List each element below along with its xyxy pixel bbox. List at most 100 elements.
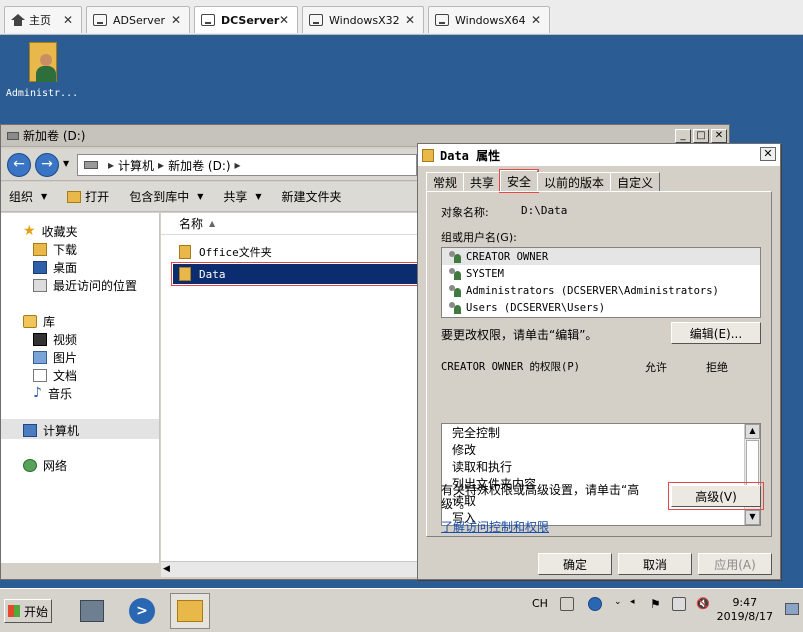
language-indicator[interactable]: CH <box>532 597 548 610</box>
user-group-icon <box>448 250 462 263</box>
apply-button[interactable]: 应用(A) <box>698 553 772 575</box>
monitor-icon <box>201 14 215 26</box>
list-item[interactable]: Administrators (DCSERVER\Administrators) <box>442 282 760 299</box>
vertical-scrollbar[interactable]: ▲ ▼ <box>744 424 760 525</box>
file-row-office[interactable]: Office文件夹 <box>173 242 417 262</box>
tab-security[interactable]: 安全 <box>499 169 540 193</box>
access-control-help-link[interactable]: 了解访问控制和权限 <box>441 518 549 535</box>
tab-previous-versions[interactable]: 以前的版本 <box>537 172 612 192</box>
show-hidden-icons-icon[interactable]: ◂ <box>630 597 635 607</box>
nav-item-recent[interactable]: 最近访问的位置 <box>33 277 137 294</box>
forward-button[interactable]: → <box>35 153 59 177</box>
close-icon[interactable]: ✕ <box>531 13 541 27</box>
start-button[interactable]: 开始 <box>4 599 52 623</box>
tab-dcserver[interactable]: DCServer ✕ <box>194 6 298 33</box>
tab-general[interactable]: 常规 <box>426 172 465 192</box>
action-center-flag-icon[interactable]: ⚑ <box>650 597 661 611</box>
drive-icon <box>7 131 19 140</box>
tab-adserver[interactable]: ADServer ✕ <box>86 6 190 33</box>
nav-item-pictures[interactable]: 图片 <box>33 349 77 366</box>
tab-home[interactable]: 主页 ✕ <box>4 6 82 33</box>
nav-computer[interactable]: 计算机 <box>23 422 79 439</box>
chevron-down-icon[interactable]: ▼ <box>63 159 69 168</box>
breadcrumb-volume[interactable]: 新加卷 (D:) <box>168 157 230 174</box>
tab-sharing[interactable]: 共享 <box>463 172 502 192</box>
user-group-icon <box>448 267 462 280</box>
keyboard-icon[interactable] <box>560 597 574 611</box>
user-group-icon <box>448 284 462 297</box>
nav-item-videos[interactable]: 视频 <box>33 331 77 348</box>
include-in-library-button[interactable]: 包含到库中 ▼ <box>129 188 203 205</box>
windows-logo-icon <box>7 605 20 617</box>
ime-options-icon[interactable]: ⌄ <box>614 597 622 607</box>
nav-favorites[interactable]: ★ 收藏夹 <box>23 223 78 240</box>
minimize-button[interactable]: _ <box>675 129 691 143</box>
list-item[interactable]: CREATOR OWNER <box>442 248 760 265</box>
breadcrumb-computer[interactable]: 计算机 <box>118 157 154 174</box>
list-item[interactable]: Users (DCSERVER\Users) <box>442 299 760 316</box>
nav-item-downloads[interactable]: 下载 <box>33 241 77 258</box>
file-list: 名称 ▲ Office文件夹 Data <box>161 213 419 563</box>
advanced-button[interactable]: 高级(V) <box>668 482 764 510</box>
horizontal-scrollbar[interactable]: ◀ <box>161 561 419 577</box>
breadcrumb-separator-icon[interactable]: ▸ <box>158 158 164 172</box>
tab-customize[interactable]: 自定义 <box>610 172 661 192</box>
nav-libraries[interactable]: 库 <box>23 313 55 330</box>
close-icon[interactable]: ✕ <box>405 13 415 27</box>
chevron-down-icon: ▼ <box>41 192 48 201</box>
network-tray-icon[interactable] <box>672 597 686 611</box>
dialog-close-button[interactable]: ✕ <box>760 147 776 161</box>
volume-muted-icon[interactable]: 🔇 <box>696 597 710 610</box>
nav-item-music[interactable]: ♪ 音乐 <box>33 385 72 402</box>
desktop-icon-administrator[interactable]: Administr... <box>2 40 82 99</box>
tab-label: 主页 <box>29 14 51 27</box>
list-item[interactable]: SYSTEM <box>442 265 760 282</box>
dialog-titlebar[interactable]: Data 属性 <box>418 144 780 166</box>
column-header-name[interactable]: 名称 ▲ <box>161 213 419 235</box>
new-folder-button[interactable]: 新建文件夹 <box>282 188 342 205</box>
share-button[interactable]: 共享 ▼ <box>223 188 261 205</box>
system-clock[interactable]: 9:47 2019/8/17 <box>717 596 773 624</box>
server-manager-icon <box>80 600 104 622</box>
nav-item-desktop[interactable]: 桌面 <box>33 259 77 276</box>
back-button[interactable]: ← <box>7 153 31 177</box>
address-field[interactable]: ▸ 计算机 ▸ 新加卷 (D:) ▸ <box>77 154 417 176</box>
drive-icon <box>84 161 98 169</box>
recent-places-icon <box>33 279 47 292</box>
computer-icon <box>23 424 37 437</box>
open-button[interactable]: 打开 <box>67 188 109 205</box>
music-icon: ♪ <box>33 385 42 401</box>
chevron-down-icon: ▼ <box>255 192 262 201</box>
downloads-folder-icon <box>33 243 47 256</box>
explorer-icon <box>177 600 203 622</box>
object-name-label: 对象名称: <box>441 206 489 219</box>
help-icon[interactable] <box>588 597 602 611</box>
show-desktop-icon[interactable] <box>785 603 799 615</box>
edit-button[interactable]: 编辑(E)... <box>671 322 761 344</box>
breadcrumb-separator-icon[interactable]: ▸ <box>108 158 114 172</box>
nav-network[interactable]: 网络 <box>23 457 67 474</box>
file-row-data[interactable]: Data <box>171 262 419 286</box>
close-icon[interactable]: ✕ <box>171 13 181 27</box>
security-panel: 对象名称: D:\Data 组或用户名(G): CREATOR OWNER SY… <box>426 191 772 537</box>
library-icon <box>23 315 37 328</box>
ok-button[interactable]: 确定 <box>538 553 612 575</box>
organize-button[interactable]: 组织 ▼ <box>9 188 47 205</box>
tab-windowsx32[interactable]: WindowsX32 ✕ <box>302 6 424 33</box>
tab-label: WindowsX32 <box>329 13 400 27</box>
permissions-label: CREATOR OWNER 的权限(P) <box>441 361 580 373</box>
document-icon <box>33 369 47 382</box>
breadcrumb-separator-icon[interactable]: ▸ <box>235 158 241 172</box>
explorer-taskbar-button[interactable] <box>170 593 210 629</box>
powershell-icon: > <box>129 598 155 624</box>
server-manager-button[interactable] <box>72 593 112 629</box>
nav-item-documents[interactable]: 文档 <box>33 367 77 384</box>
maximize-button[interactable]: □ <box>693 129 709 143</box>
cancel-button[interactable]: 取消 <box>618 553 692 575</box>
tab-windowsx64[interactable]: WindowsX64 ✕ <box>428 6 550 33</box>
close-icon[interactable]: ✕ <box>279 13 289 27</box>
close-button[interactable]: ✕ <box>711 129 727 143</box>
folder-icon <box>179 267 191 281</box>
close-icon[interactable]: ✕ <box>63 13 73 27</box>
powershell-button[interactable]: > <box>122 593 162 629</box>
